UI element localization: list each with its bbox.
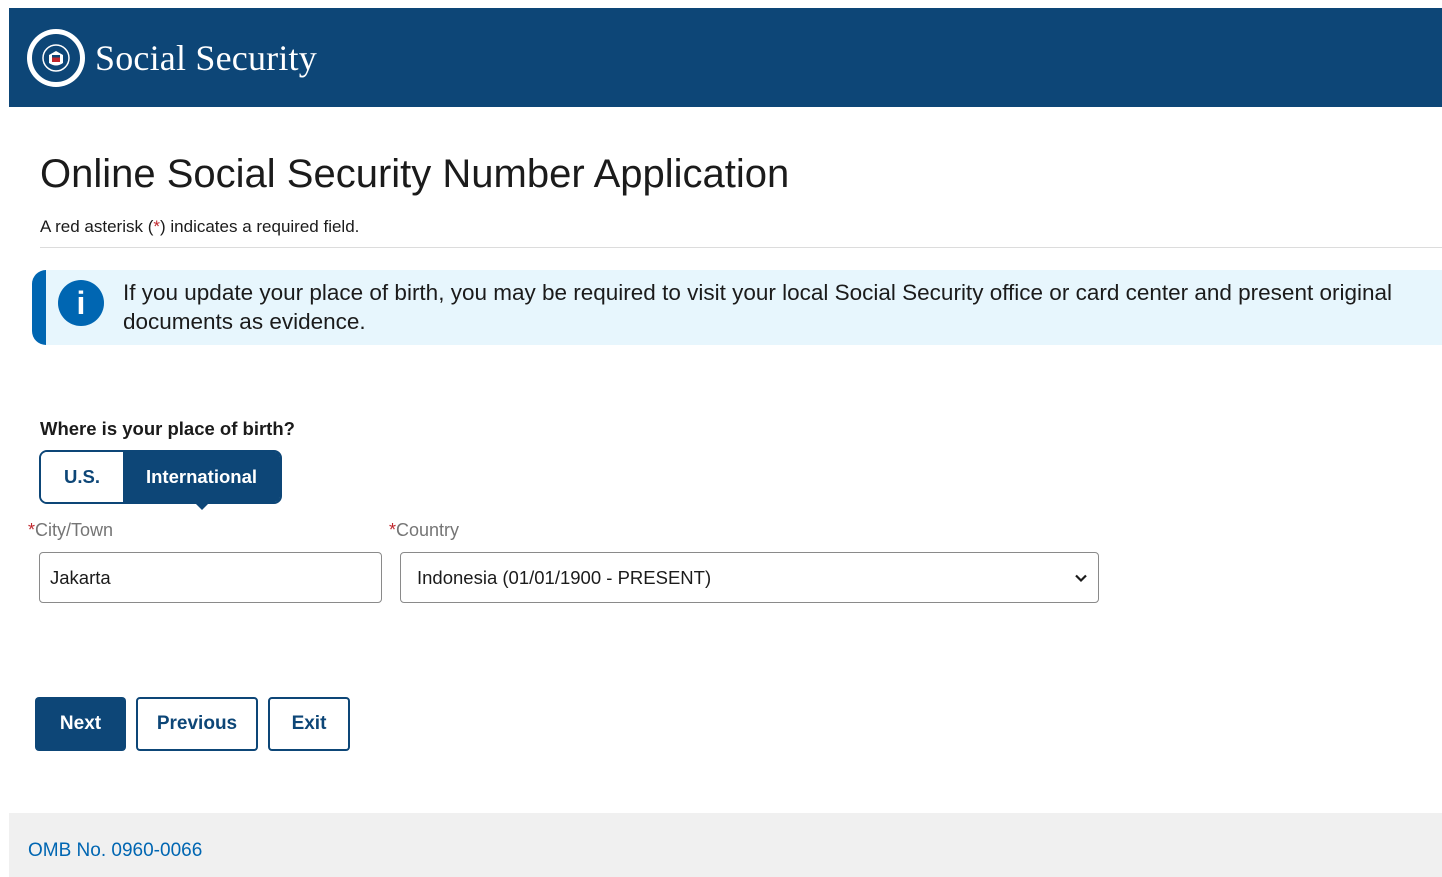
omb-number-link[interactable]: OMB No. 0960-0066 [28,840,202,862]
country-label: *Country [389,520,460,540]
alert-message: If you update your place of birth, you m… [123,280,1393,334]
brand-name[interactable]: Social Security [95,37,317,79]
city-label: *City/Town [28,520,114,540]
ssa-seal-icon [27,28,85,87]
previous-button[interactable]: Previous [136,697,258,751]
info-icon: i [58,280,104,326]
international-option-button[interactable]: International [123,452,280,510]
birthplace-toggle: U.S. International [39,450,282,510]
info-alert: i If you update your place of birth, you… [32,270,1442,345]
required-asterisk: * [153,217,160,236]
birthplace-question: Where is your place of birth? [40,418,295,439]
required-field-note: A red asterisk (*) indicates a required … [40,217,360,236]
site-header: Social Security [9,8,1442,107]
city-input[interactable] [39,552,382,603]
exit-button[interactable]: Exit [268,697,350,751]
page-title: Online Social Security Number Applicatio… [40,152,790,196]
chevron-down-icon [1075,574,1087,583]
us-option-button[interactable]: U.S. [41,452,123,502]
divider [40,247,1442,248]
country-select[interactable]: Indonesia (01/01/1900 - PRESENT) [400,552,1099,603]
page-footer: OMB No. 0960-0066 [9,813,1442,877]
country-selected-value: Indonesia (01/01/1900 - PRESENT) [417,566,712,588]
next-button[interactable]: Next [35,697,126,751]
